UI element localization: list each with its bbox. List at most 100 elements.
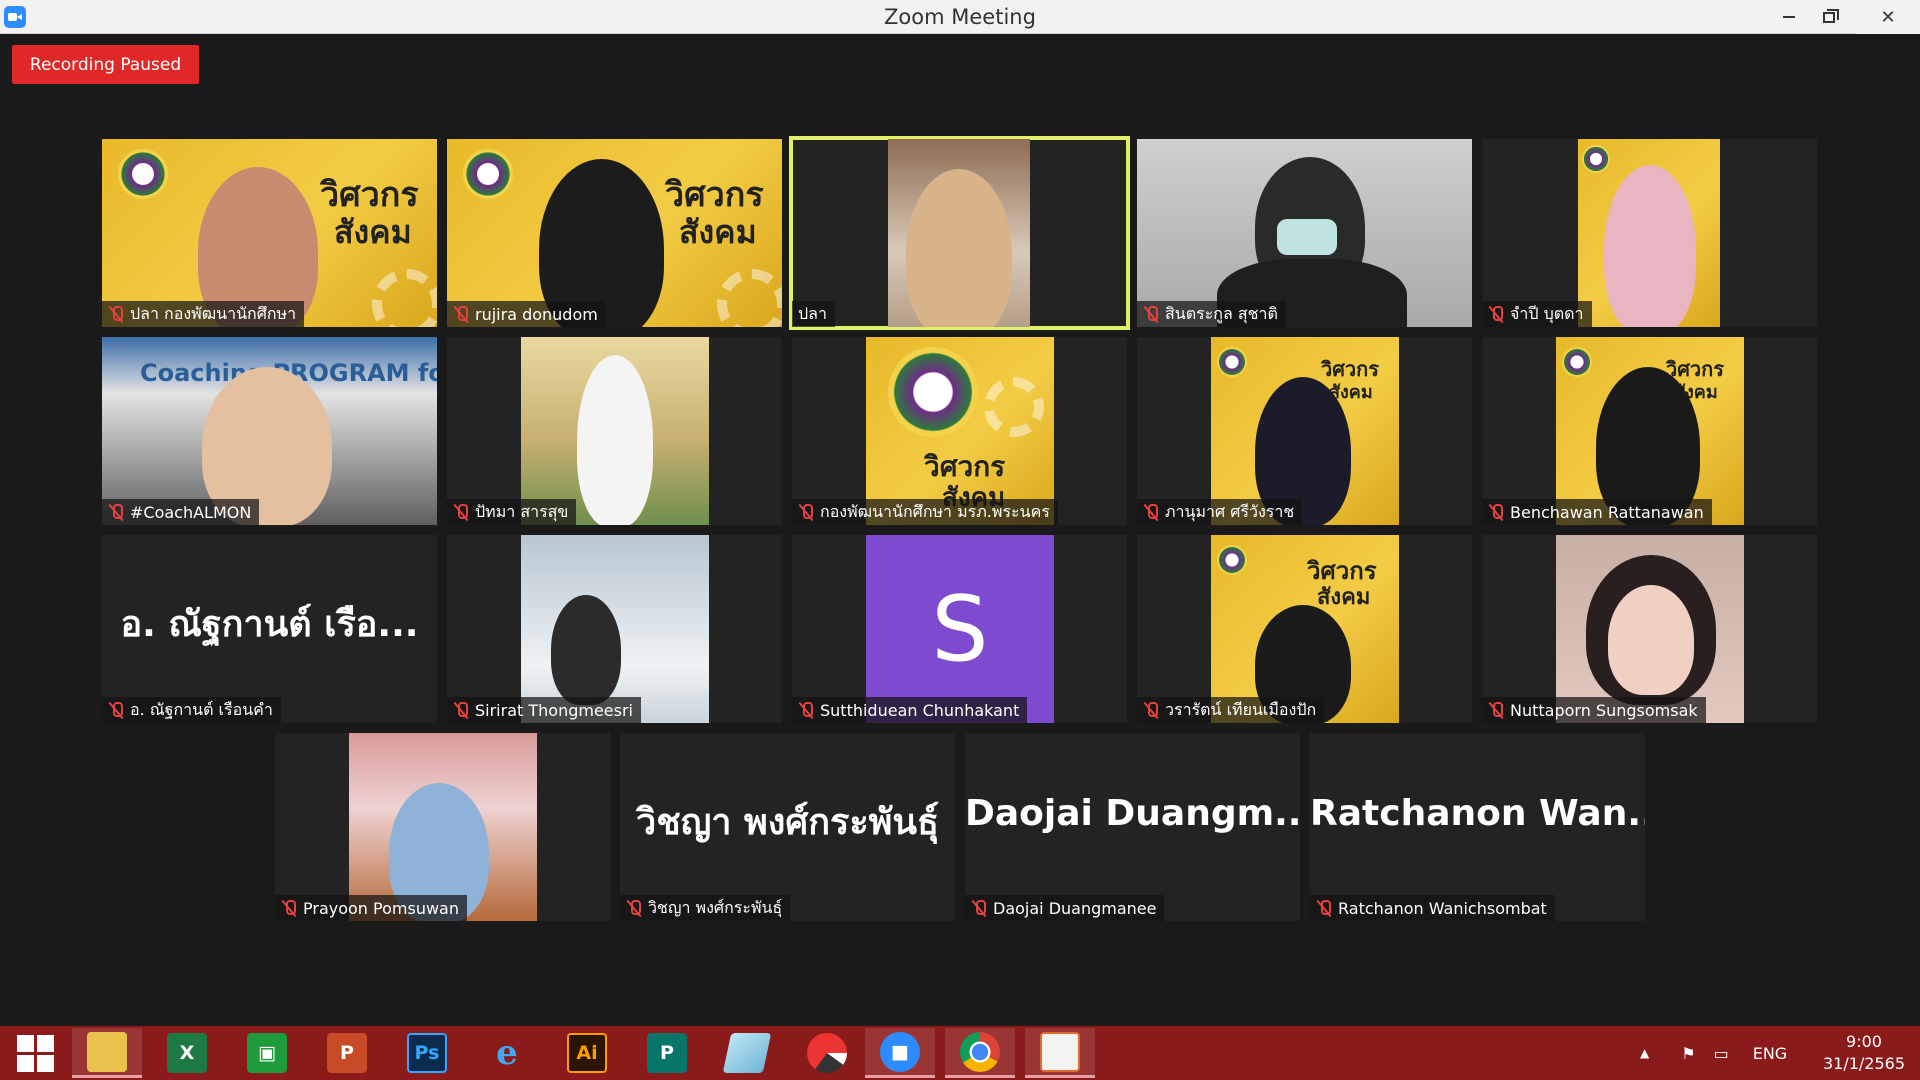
participant-tile[interactable]: วิศวกร สังคม ปลา กองพัฒนานักศึกษา [102, 139, 437, 327]
photoscape-icon [807, 1033, 847, 1073]
participant-tile[interactable]: วิศวกร สังคม Benchawan Rattanawan [1482, 337, 1817, 525]
mic-muted-icon [971, 899, 987, 917]
participant-tile[interactable]: วิศวกร สังคม rujira donudom [447, 139, 782, 327]
mic-muted-icon [798, 701, 814, 719]
participant-tile[interactable]: Daojai Duangm... Daojai Duangmanee [965, 733, 1300, 921]
participant-video [1556, 535, 1744, 723]
banner-word-2: สังคม [679, 213, 757, 251]
participant-tile[interactable]: จำปี บุตดา [1482, 139, 1817, 327]
participant-tile[interactable]: Prayoon Pomsuwan [275, 733, 610, 921]
participant-name-tag: Daojai Duangmanee [965, 895, 1165, 921]
folder-icon [87, 1031, 127, 1072]
mic-muted-icon [798, 503, 814, 521]
windows-logo-icon [16, 1034, 54, 1072]
face-mask [1277, 219, 1337, 255]
participant-figure [577, 355, 653, 525]
participant-big-name: Daojai Duangm... [965, 793, 1300, 834]
participant-video [1137, 139, 1472, 327]
participant-name-tag: สินตระกูล สุชาติ [1137, 301, 1286, 327]
mic-muted-icon [453, 503, 469, 521]
participant-name-tag: วรารัตน์ เทียนเมืองปัก [1137, 697, 1325, 723]
taskbar-photoscape[interactable] [792, 1028, 862, 1078]
mic-muted-icon [1143, 305, 1159, 323]
participant-tile[interactable]: วิชญา พงศ์กระพันธุ์ วิชญา พงศ์กระพันธุ์ [620, 733, 955, 921]
participant-name-tag: Benchawan Rattanawan [1482, 499, 1712, 525]
participant-name: #CoachALMON [130, 502, 252, 522]
participant-name: ภานุมาศ ศรีวังราช [1165, 501, 1295, 521]
restore-button[interactable] [1806, 0, 1852, 34]
participant-name-tag: กองพัฒนานักศึกษา มรภ.พระนคร [792, 499, 1058, 525]
participant-video: วิศวกร สังคม [1211, 337, 1399, 525]
participant-tile[interactable]: S Sutthiduean Chunhakant [792, 535, 1127, 723]
participant-name-tag: จำปี บุตดา [1482, 301, 1592, 327]
taskbar-illustrator[interactable]: Ai [552, 1028, 622, 1078]
recording-paused-badge[interactable]: Recording Paused [12, 45, 199, 84]
input-language-indicator[interactable]: ENG [1753, 1044, 1787, 1063]
system-tray: ▲ ⚑ ▭ ENG [1640, 1026, 1787, 1080]
participant-name-tag: ปลา กองพัฒนานักศึกษา [102, 301, 305, 327]
participant-tile[interactable]: Coaching PROGRAM for Leader #CoachALMON [102, 337, 437, 525]
clock-time: 9:00 [1846, 1032, 1882, 1051]
participant-tile[interactable]: วิศวกร สังคม ภานุมาศ ศรีวังราช [1137, 337, 1472, 525]
participant-big-name: วิชญา พงศ์กระพันธุ์ [635, 802, 939, 843]
illustrator-icon: Ai [567, 1033, 607, 1073]
taskbar-internet-explorer[interactable]: e [472, 1028, 542, 1078]
tray-overflow-chevron-icon[interactable]: ▲ [1640, 1046, 1649, 1060]
chrome-icon [960, 1031, 1000, 1072]
taskbar-excel[interactable]: X [152, 1028, 222, 1078]
participant-tile[interactable]: วิศวกร สังคม วรารัตน์ เทียนเมืองปัก [1137, 535, 1472, 723]
banner-word-2: สังคม [334, 213, 412, 251]
zoom-icon: ■ [880, 1031, 920, 1072]
participant-tile-active-speaker[interactable]: ปลา [789, 136, 1130, 330]
taskbar-notepad[interactable] [712, 1028, 782, 1078]
mic-muted-icon [1488, 305, 1504, 323]
participant-video [521, 535, 709, 723]
participant-tile[interactable]: Nuttaporn Sungsomsak [1482, 535, 1817, 723]
minimize-icon [1783, 16, 1795, 18]
paint-icon [1040, 1031, 1080, 1072]
gear-icon [372, 269, 437, 327]
taskbar-publisher[interactable]: P [632, 1028, 702, 1078]
participant-name-tag: rujira donudom [447, 301, 606, 327]
participant-tile[interactable]: วิศวกร สังคม กองพัฒนานักศึกษา มรภ.พระนคร [792, 337, 1127, 525]
taskbar-clock[interactable]: 9:00 31/1/2565 [1808, 1031, 1920, 1075]
participant-tile[interactable]: อ. ณัฐกานต์ เรือ... อ. ณัฐกานต์ เรือนคำ [102, 535, 437, 723]
participant-tile[interactable]: สินตระกูล สุชาติ [1137, 139, 1472, 327]
participant-figure [551, 595, 621, 705]
excel-icon: X [167, 1033, 207, 1073]
participant-name: วิชญา พงศ์กระพันธุ์ [648, 897, 783, 917]
university-seal-icon [118, 149, 168, 199]
participant-video: วิศวกร สังคม [866, 337, 1054, 525]
taskbar-paint[interactable] [1025, 1028, 1095, 1078]
taskbar-file-explorer[interactable] [72, 1028, 142, 1078]
university-seal-icon [463, 149, 513, 199]
internet-explorer-icon: e [496, 1033, 518, 1073]
taskbar-powerpoint[interactable]: P [312, 1028, 382, 1078]
taskbar-store[interactable]: ▣ [232, 1028, 302, 1078]
close-button[interactable]: ✕ [1856, 0, 1920, 34]
participant-name: Ratchanon Wanichsombat [1338, 898, 1547, 918]
mic-muted-icon [108, 701, 124, 719]
mic-muted-icon [1488, 701, 1504, 719]
participant-name: Sirirat Thongmeesri [475, 700, 633, 720]
participant-tile[interactable]: Sirirat Thongmeesri [447, 535, 782, 723]
participant-figure [906, 169, 1012, 327]
window-title: Zoom Meeting [884, 5, 1036, 29]
taskbar-chrome[interactable] [945, 1028, 1015, 1078]
participant-name-tag: Nuttaporn Sungsomsak [1482, 697, 1706, 723]
participant-name: สินตระกูล สุชาติ [1165, 303, 1278, 323]
participant-video: วิศวกร สังคม [447, 139, 782, 327]
title-bar: Zoom Meeting ✕ [0, 0, 1920, 34]
participant-tile[interactable]: Ratchanon Wan... Ratchanon Wanichsombat [1310, 733, 1645, 921]
start-button[interactable] [0, 1028, 70, 1078]
participant-name: ปัทมา สารสุข [475, 501, 569, 521]
participant-name: ปลา [798, 303, 827, 323]
participant-tile[interactable]: ปัทมา สารสุข [447, 337, 782, 525]
action-center-flag-icon[interactable]: ⚑ [1681, 1044, 1695, 1063]
network-icon[interactable]: ▭ [1714, 1044, 1729, 1063]
taskbar-photoshop[interactable]: Ps [392, 1028, 462, 1078]
mic-muted-icon [1488, 503, 1504, 521]
taskbar-zoom[interactable]: ■ [865, 1028, 935, 1078]
mic-muted-icon [626, 899, 642, 917]
participant-name-tag: Ratchanon Wanichsombat [1310, 895, 1555, 921]
